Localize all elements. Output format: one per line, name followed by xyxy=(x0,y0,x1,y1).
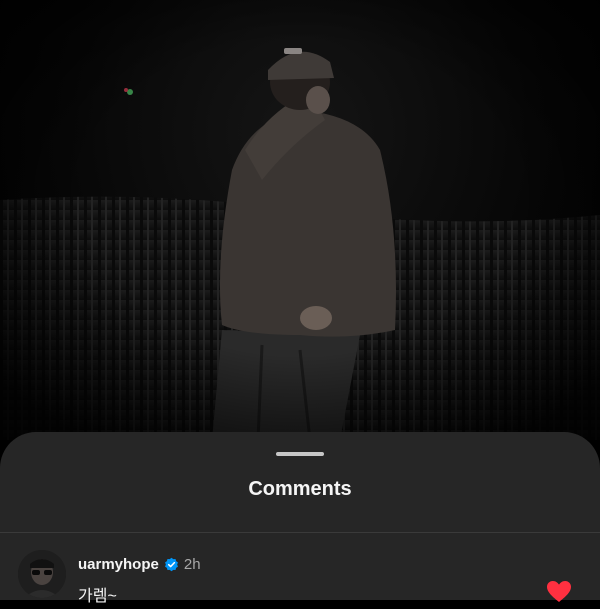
divider xyxy=(0,532,600,533)
avatar-image xyxy=(18,550,66,598)
comments-sheet: Comments uarmyhope 2h 가렘~ xyxy=(0,432,600,605)
drag-handle[interactable] xyxy=(276,452,324,456)
comment-text: 가렘~ xyxy=(78,588,117,605)
verified-badge-icon xyxy=(164,557,179,572)
stage-scene xyxy=(0,0,600,440)
avatar[interactable] xyxy=(18,550,66,598)
comment-timestamp: 2h xyxy=(183,555,201,573)
sheet-title: Comments xyxy=(248,478,352,500)
comment-item: uarmyhope 2h 가렘~ xyxy=(0,546,600,605)
post-photo xyxy=(0,0,600,440)
comment-username[interactable]: uarmyhope xyxy=(78,556,159,573)
heart-icon[interactable] xyxy=(546,580,572,604)
